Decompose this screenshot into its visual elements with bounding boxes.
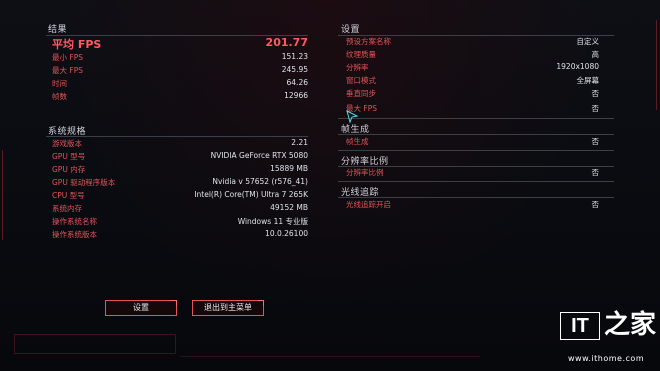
results-row: 最小 FPS 151.23: [52, 52, 308, 65]
system-specs-divider: [46, 136, 308, 137]
ithome-logo-it: IT: [560, 312, 600, 340]
row-label: GPU 内存: [52, 165, 86, 174]
ray-tracing-divider: [338, 197, 614, 198]
ithome-logo-zh: 之家: [604, 310, 657, 340]
row-label: 系统内存: [52, 204, 82, 213]
settings-row: 纹理质量 高: [346, 49, 599, 62]
row-label: 最小 FPS: [52, 53, 83, 62]
row-value: Windows 11 专业版: [237, 217, 308, 226]
row-value: 1920x1080: [556, 62, 599, 71]
row-value: 全屏幕: [576, 76, 600, 85]
spec-row: CPU 型号 Intel(R) Core(TM) Ultra 7 265K: [52, 190, 308, 203]
spec-row: 系统内存 49152 MB: [52, 203, 308, 216]
row-label: 光线追踪开启: [346, 200, 391, 209]
row-value: 245.95: [281, 65, 308, 74]
row-value: 高: [591, 50, 600, 59]
row-label: GPU 驱动程序版本: [52, 178, 116, 187]
mouse-cursor-icon: [346, 110, 359, 124]
row-value: 64.26: [286, 78, 308, 87]
settings-button-label: 设置: [133, 303, 149, 312]
res-scale-row: 分辨率比例 否: [346, 167, 599, 180]
results-title: 结果: [48, 25, 68, 35]
row-value: 15889 MB: [270, 164, 308, 173]
row-value: 否: [591, 168, 600, 177]
button-corner-decoration: [258, 300, 264, 306]
settings-row: 分辨率 1920x1080: [346, 62, 599, 75]
hud-left-decoration: [2, 150, 9, 240]
row-value: 12966: [284, 91, 308, 100]
row-value: Nvidia v 57652 (r576_41): [212, 177, 308, 186]
avg-fps-row: 平均 FPS 201.77: [52, 36, 308, 51]
spec-row: 游戏版本 2.21: [52, 138, 308, 151]
row-label: 纹理质量: [346, 50, 376, 59]
row-value: 否: [591, 137, 600, 146]
ray-tracing-row: 光线追踪开启 否: [346, 199, 599, 212]
settings-row: 最大 FPS 否: [346, 103, 599, 116]
avg-fps-value: 201.77: [265, 36, 308, 49]
frame-gen-bottom-divider: [338, 150, 614, 151]
row-value: 49152 MB: [270, 203, 308, 212]
row-value: 否: [591, 200, 600, 209]
frame-gen-row: 帧生成 否: [346, 136, 599, 149]
row-label: 分辨率: [346, 63, 369, 72]
row-value: 否: [591, 89, 600, 98]
settings-row: 窗口模式 全屏幕: [346, 75, 599, 88]
spec-row: GPU 驱动程序版本 Nvidia v 57652 (r576_41): [52, 177, 308, 190]
settings-title: 设置: [341, 25, 361, 35]
row-value: 2.21: [291, 138, 308, 147]
row-label: 预设方案名称: [346, 37, 391, 46]
results-row: 时间 64.26: [52, 78, 308, 91]
hud-right-decoration: [650, 20, 657, 110]
row-label: 分辨率比例: [346, 168, 384, 177]
row-label: 帧数: [52, 92, 67, 101]
row-label: CPU 型号: [52, 191, 85, 200]
res-scale-bottom-divider: [338, 181, 614, 182]
row-label: 垂直同步: [346, 89, 376, 98]
row-value: 否: [591, 104, 600, 113]
avg-fps-label: 平均 FPS: [52, 38, 102, 51]
spec-row: 操作系统版本 10.0.26100: [52, 229, 308, 242]
spec-row: GPU 内存 15889 MB: [52, 164, 308, 177]
results-row: 最大 FPS 245.95: [52, 65, 308, 78]
row-value: 151.23: [281, 52, 308, 61]
row-label: 帧生成: [346, 137, 369, 146]
row-label: 操作系统版本: [52, 230, 97, 239]
settings-button[interactable]: 设置: [105, 300, 177, 316]
button-corner-decoration: [171, 300, 177, 306]
exit-button-label: 退出到主菜单: [204, 303, 252, 312]
row-label: 操作系统名称: [52, 217, 97, 226]
row-value: 10.0.26100: [265, 229, 308, 238]
row-value: 自定义: [576, 37, 600, 46]
row-label: GPU 型号: [52, 152, 86, 161]
row-value: Intel(R) Core(TM) Ultra 7 265K: [194, 190, 308, 199]
hud-bottom-decoration: [14, 334, 176, 354]
settings-row: 预设方案名称 自定义: [346, 36, 599, 49]
spec-row: GPU 型号 NVIDIA GeForce RTX 5080: [52, 151, 308, 164]
results-row: 帧数 12966: [52, 91, 308, 104]
row-label: 游戏版本: [52, 139, 82, 148]
row-value: NVIDIA GeForce RTX 5080: [210, 151, 308, 160]
ithome-url: www.ithome.com: [568, 354, 645, 363]
row-label: 窗口模式: [346, 76, 376, 85]
row-label: 时间: [52, 79, 67, 88]
settings-bottom-divider: [338, 118, 614, 119]
frame-gen-divider: [338, 134, 614, 135]
settings-row: 垂直同步 否: [346, 88, 599, 101]
exit-to-main-menu-button[interactable]: 退出到主菜单: [192, 300, 264, 316]
spec-row: 操作系统名称 Windows 11 专业版: [52, 216, 308, 229]
row-label: 最大 FPS: [52, 66, 83, 75]
bottom-ticker-line: [180, 356, 480, 357]
